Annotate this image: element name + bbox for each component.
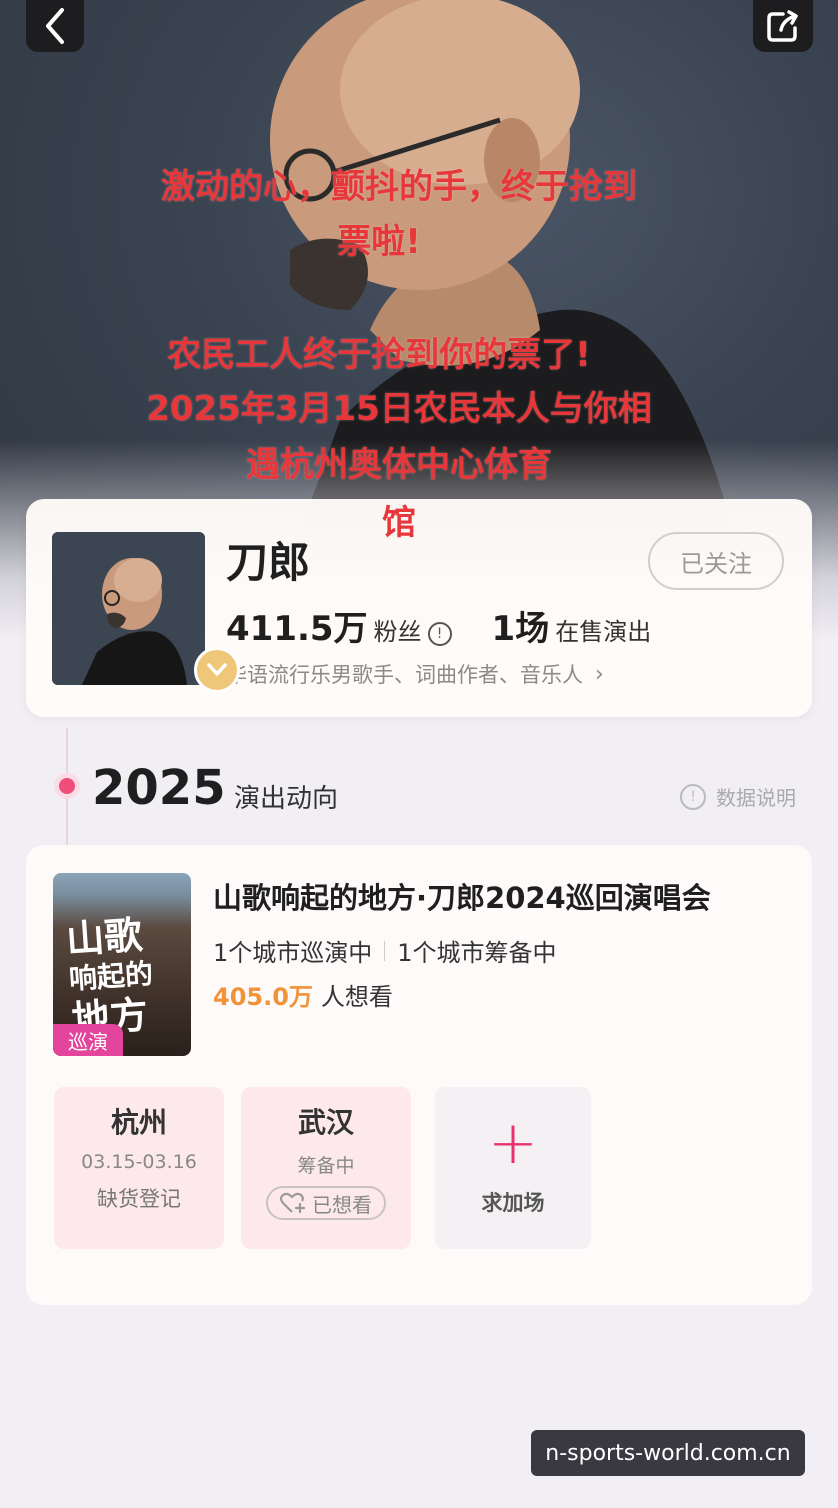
overlay-text-line: 激动的心，颤抖的手，终于抢到 — [161, 167, 637, 207]
plus-icon: + — [487, 1108, 539, 1178]
verified-badge-icon — [194, 647, 240, 693]
heart-plus-icon — [280, 1192, 306, 1214]
add-show-card[interactable]: + 求加场 — [435, 1087, 591, 1249]
shows-label: 在售演出 — [555, 618, 652, 646]
data-note-label: 数据说明 — [716, 786, 796, 810]
fans-label: 粉丝 — [373, 618, 422, 646]
chevron-left-icon — [46, 8, 64, 44]
city-card-hangzhou[interactable]: 杭州 03.15-03.16 缺货登记 — [54, 1087, 224, 1249]
chevron-right-icon: › — [595, 661, 604, 687]
want-label: 人想看 — [320, 983, 393, 1011]
cities-touring: 1个城市巡演中 — [213, 939, 373, 967]
want-count: 405.0万 — [213, 983, 313, 1011]
avatar[interactable] — [52, 532, 205, 685]
city-card-wuhan[interactable]: 武汉 筹备中 已想看 — [241, 1087, 411, 1249]
tour-title[interactable]: 山歌响起的地方·刀郎2024巡回演唱会 — [213, 875, 711, 917]
tour-want: 405.0万 人想看 — [213, 977, 393, 1012]
watermark: n-sports-world.com.cn — [531, 1430, 805, 1476]
want-to-see-button[interactable]: 已想看 — [266, 1186, 386, 1220]
overlay-text-line: 馆 — [382, 503, 416, 543]
tour-card[interactable]: 山歌 响起的 地方 巡演 山歌响起的地方·刀郎2024巡回演唱会 1个城市巡演中… — [26, 845, 812, 1305]
data-note-link[interactable]: ! 数据说明 — [680, 782, 796, 811]
fans-count: 411.5万 — [226, 609, 368, 649]
artist-stats: 411.5万 粉丝 ! 1场 在售演出 — [226, 601, 651, 650]
overlay-text-line: 遇杭州奥体中心体育 — [246, 445, 552, 485]
city-name: 武汉 — [297, 1106, 354, 1139]
shows-count: 1场 — [491, 609, 550, 649]
city-status: 缺货登记 — [97, 1187, 181, 1211]
add-show-label: 求加场 — [481, 1191, 545, 1215]
overlay-text-line: 2025年3月15日农民本人与你相 — [146, 389, 652, 429]
section-label: 演出动向 — [234, 784, 339, 814]
tour-badge: 巡演 — [53, 1024, 123, 1056]
info-icon: ! — [680, 783, 706, 810]
artist-tags-text: 华语流行乐男歌手、词曲作者、音乐人 — [226, 663, 583, 687]
overlay-text-line: 农民工人终于抢到你的票了! — [167, 335, 591, 375]
share-button[interactable] — [753, 0, 813, 52]
city-date: 03.15-03.16 — [81, 1151, 197, 1173]
want-to-see-label: 已想看 — [312, 1192, 372, 1217]
city-name: 杭州 — [110, 1106, 167, 1139]
timeline-year: 2025 — [92, 760, 226, 816]
artist-tags[interactable]: 华语流行乐男歌手、词曲作者、音乐人 › — [226, 659, 604, 689]
overlay-text-line: 票啦! — [337, 222, 421, 262]
timeline-dot — [59, 778, 75, 794]
info-icon[interactable]: ! — [427, 622, 452, 646]
share-icon — [767, 10, 798, 42]
poster-title: 山歌 响起的 地方 — [64, 911, 155, 1042]
avatar-image — [52, 532, 205, 685]
tour-poster[interactable]: 山歌 响起的 地方 巡演 — [53, 873, 191, 1056]
city-status: 筹备中 — [297, 1155, 355, 1177]
back-button[interactable] — [26, 0, 84, 52]
tour-cities: 1个城市巡演中 1个城市筹备中 — [213, 933, 557, 968]
cities-preparing: 1个城市筹备中 — [397, 939, 557, 967]
